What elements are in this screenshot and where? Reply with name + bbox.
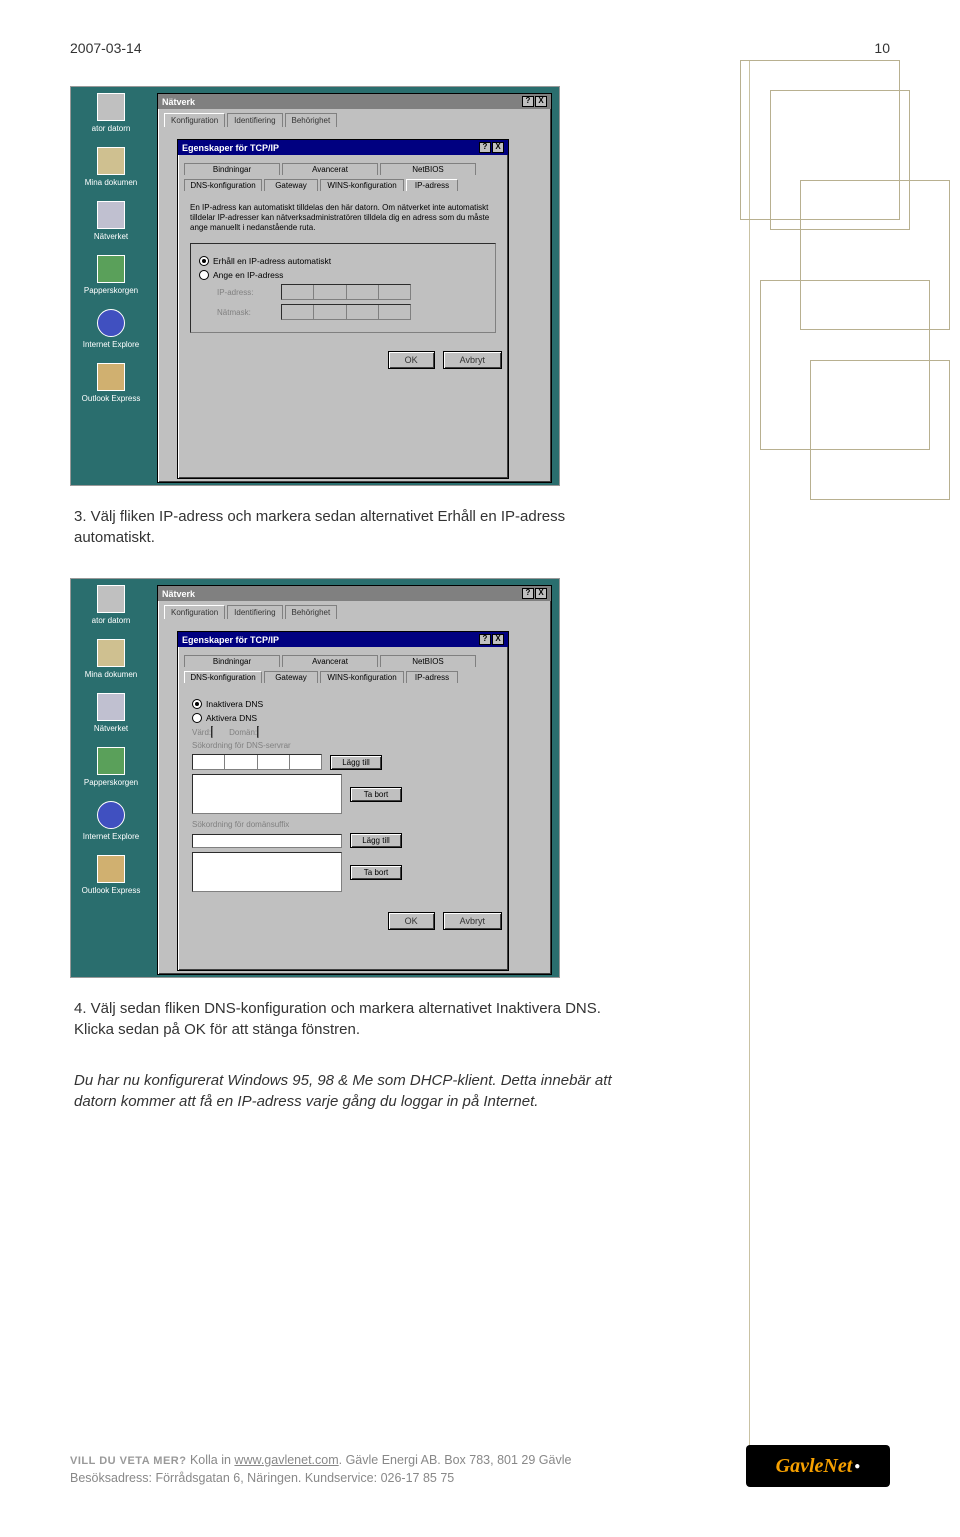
tab-behorighet[interactable]: Behörighet <box>285 113 338 127</box>
tab-avancerat[interactable]: Avancerat <box>282 163 378 175</box>
window-tcpip-properties: Egenskaper för TCP/IP ? X Bindningar Ava… <box>177 631 509 971</box>
tab-netbios[interactable]: NetBIOS <box>380 655 476 667</box>
step-4-text: 4. Välj sedan fliken DNS-konfiguration o… <box>74 998 614 1040</box>
tab-wins-konfiguration[interactable]: WINS-konfiguration <box>320 179 404 191</box>
screenshot-ip-adress: ator datorn Mina dokumen Nätverket Pappe… <box>70 86 560 486</box>
header-date: 2007-03-14 <box>70 40 142 56</box>
help-icon[interactable]: ? <box>479 634 491 645</box>
desktop-icon: Internet Explore <box>77 309 145 349</box>
radio-label: Aktivera DNS <box>206 713 257 723</box>
tab-behorighet[interactable]: Behörighet <box>285 605 338 619</box>
desktop-icon: Outlook Express <box>77 363 145 403</box>
tab-ip-adress[interactable]: IP-adress <box>406 179 458 191</box>
tab-bindningar[interactable]: Bindningar <box>184 655 280 667</box>
desktop-icon: Mina dokumen <box>77 639 145 679</box>
desktop-icon: Nätverket <box>77 201 145 241</box>
tab-gateway[interactable]: Gateway <box>264 671 318 683</box>
ok-button[interactable]: OK <box>388 351 435 369</box>
close-icon[interactable]: X <box>492 142 504 153</box>
window-tcpip-properties: Egenskaper för TCP/IP ? X Bindningar Ava… <box>177 139 509 479</box>
radio-label: Inaktivera DNS <box>206 699 263 709</box>
desktop-icon: ator datorn <box>77 93 145 133</box>
step-3-text: 3. Välj fliken IP-adress och markera sed… <box>74 506 614 548</box>
ok-button[interactable]: OK <box>388 912 435 930</box>
close-icon[interactable]: X <box>492 634 504 645</box>
desktop-icon: Nätverket <box>77 693 145 733</box>
footer-lead: VILL DU VETA MER? <box>70 1455 186 1467</box>
desktop-icon: Papperskorgen <box>77 255 145 295</box>
window-title: Egenskaper för TCP/IP <box>182 143 279 153</box>
tab-bindningar[interactable]: Bindningar <box>184 163 280 175</box>
window-title: Egenskaper för TCP/IP <box>182 635 279 645</box>
tab-identifiering[interactable]: Identifiering <box>227 605 282 619</box>
desktop-icon: Outlook Express <box>77 855 145 895</box>
netmask-label: Nätmask: <box>217 308 273 317</box>
tab-gateway[interactable]: Gateway <box>264 179 318 191</box>
summary-text: Du har nu konfigurerat Windows 95, 98 & … <box>74 1070 614 1112</box>
host-label: Värd: <box>192 728 211 737</box>
radio-inactivate-dns[interactable] <box>192 699 202 709</box>
gavlenet-logo: GavleNet● <box>746 1445 890 1487</box>
add-suffix-button[interactable]: Lägg till <box>350 833 402 848</box>
ip-address-input[interactable] <box>281 284 411 300</box>
tab-dns-konfiguration[interactable]: DNS-konfiguration <box>184 671 262 683</box>
desktop-icon: ator datorn <box>77 585 145 625</box>
desktop-icon: Internet Explore <box>77 801 145 841</box>
close-icon[interactable]: X <box>535 588 547 599</box>
sidebar-decoration <box>700 60 960 1220</box>
desktop-icon: Papperskorgen <box>77 747 145 787</box>
tab-avancerat[interactable]: Avancerat <box>282 655 378 667</box>
radio-activate-dns[interactable] <box>192 713 202 723</box>
suffix-input[interactable] <box>192 834 342 848</box>
tab-konfiguration[interactable]: Konfiguration <box>164 605 225 619</box>
footer-link[interactable]: www.gavlenet.com <box>234 1453 338 1467</box>
desktop-icon: Mina dokumen <box>77 147 145 187</box>
suffix-list[interactable] <box>192 852 342 892</box>
footer-text: VILL DU VETA MER? Kolla in www.gavlenet.… <box>70 1452 571 1487</box>
domain-input[interactable] <box>257 726 259 738</box>
header-page: 10 <box>874 40 890 56</box>
help-icon[interactable]: ? <box>522 588 534 599</box>
close-icon[interactable]: X <box>535 96 547 107</box>
tab-wins-konfiguration[interactable]: WINS-konfiguration <box>320 671 404 683</box>
tab-dns-konfiguration[interactable]: DNS-konfiguration <box>184 179 262 191</box>
dns-ip-input[interactable] <box>192 754 322 770</box>
ip-address-label: IP-adress: <box>217 288 273 297</box>
radio-auto-ip[interactable] <box>199 256 209 266</box>
window-title: Nätverk <box>162 589 195 599</box>
screenshot-dns-konfiguration: ator datorn Mina dokumen Nätverket Pappe… <box>70 578 560 978</box>
host-input[interactable] <box>211 726 213 738</box>
search-dns-label: Sökordning för DNS-servrar <box>192 741 494 750</box>
radio-label: Erhåll en IP-adress automatiskt <box>213 256 331 266</box>
dns-server-list[interactable] <box>192 774 342 814</box>
cancel-button[interactable]: Avbryt <box>443 351 502 369</box>
remove-suffix-button[interactable]: Ta bort <box>350 865 402 880</box>
domain-label: Domän: <box>229 728 257 737</box>
search-suffix-label: Sökordning för domänsuffix <box>192 820 494 829</box>
tab-konfiguration[interactable]: Konfiguration <box>164 113 225 127</box>
netmask-input[interactable] <box>281 304 411 320</box>
info-text: En IP-adress kan automatiskt tilldelas d… <box>184 199 502 237</box>
radio-label: Ange en IP-adress <box>213 270 283 280</box>
help-icon[interactable]: ? <box>522 96 534 107</box>
window-title: Nätverk <box>162 97 195 107</box>
remove-dns-button[interactable]: Ta bort <box>350 787 402 802</box>
tab-identifiering[interactable]: Identifiering <box>227 113 282 127</box>
radio-manual-ip[interactable] <box>199 270 209 280</box>
cancel-button[interactable]: Avbryt <box>443 912 502 930</box>
help-icon[interactable]: ? <box>479 142 491 153</box>
tab-netbios[interactable]: NetBIOS <box>380 163 476 175</box>
add-dns-button[interactable]: Lägg till <box>330 755 382 770</box>
tab-ip-adress[interactable]: IP-adress <box>406 671 458 683</box>
